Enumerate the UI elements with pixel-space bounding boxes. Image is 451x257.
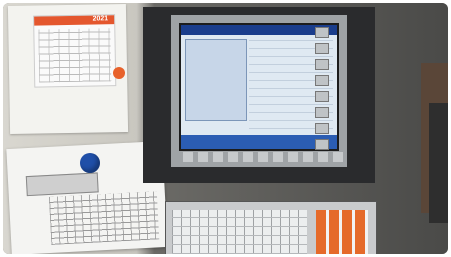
display-title-bar xyxy=(181,25,337,35)
softkey[interactable] xyxy=(315,139,329,150)
blue-magnet xyxy=(80,153,100,173)
machine-keyboard xyxy=(165,201,377,254)
softkey[interactable] xyxy=(315,123,329,134)
calendar-year: 2021 xyxy=(92,15,109,23)
sheet-table xyxy=(48,191,160,245)
calendar-sheet: 2021 xyxy=(33,14,117,88)
sheet-diagram xyxy=(25,172,99,197)
dark-cabinet xyxy=(429,103,448,223)
calendar-grid xyxy=(38,28,112,83)
cnc-control-panel xyxy=(143,7,375,183)
numeric-keypad[interactable] xyxy=(316,210,368,254)
calendar-header: 2021 xyxy=(34,15,115,26)
bottom-softkeys[interactable] xyxy=(183,152,343,162)
softkey[interactable] xyxy=(315,91,329,102)
softkey[interactable] xyxy=(315,59,329,70)
orange-magnet xyxy=(113,67,125,79)
softkey[interactable] xyxy=(315,107,329,118)
softkey[interactable] xyxy=(315,75,329,86)
display-softkey-bar xyxy=(181,135,337,149)
softkey[interactable] xyxy=(315,43,329,54)
alpha-keys[interactable] xyxy=(172,210,307,254)
side-softkeys xyxy=(315,27,329,155)
photo-frame: 2021 xyxy=(3,3,448,254)
softkey[interactable] xyxy=(315,27,329,38)
wall-calendar: 2021 xyxy=(7,3,129,135)
display-left-panel xyxy=(185,39,247,121)
